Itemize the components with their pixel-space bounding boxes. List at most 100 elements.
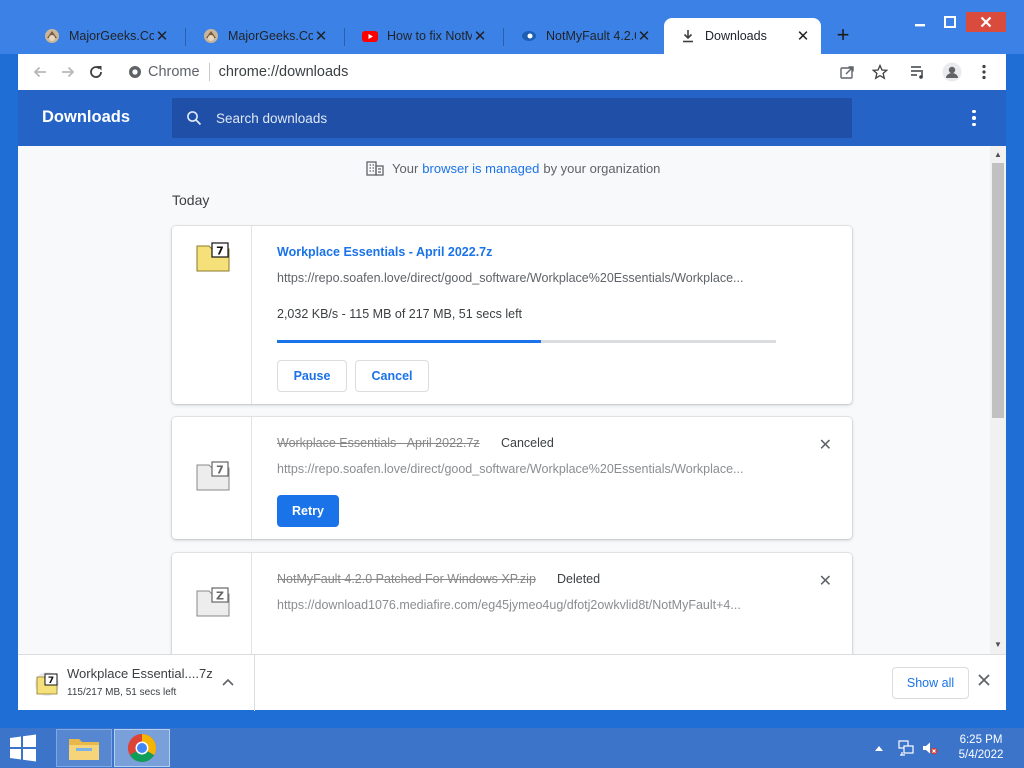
system-clock[interactable]: 6:25 PM 5/4/2022 [946, 733, 1016, 763]
chrome-site-icon [128, 65, 142, 79]
scroll-down-icon[interactable]: ▼ [994, 640, 1002, 649]
tab-downloads[interactable]: Downloads ✕ [664, 18, 821, 54]
reload-icon[interactable] [82, 58, 110, 86]
download-icon [680, 28, 696, 44]
scroll-up-icon[interactable]: ▲ [994, 150, 1002, 159]
tab-close-icon[interactable]: ✕ [795, 27, 811, 45]
svg-text:7: 7 [216, 464, 224, 477]
clock-time: 6:25 PM [959, 734, 1003, 746]
shelf-file-status: 115/217 MB, 51 secs left [67, 687, 177, 698]
shelf-file-name: Workplace Essential....7z [67, 666, 213, 681]
tab-majorgeeks-2[interactable]: MajorGeeks.Com ✕ [187, 18, 339, 54]
tab-separator [185, 28, 186, 46]
7z-file-icon: 7 [34, 671, 60, 697]
file-icon-column: 7 [172, 226, 252, 404]
taskbar-file-explorer[interactable] [56, 729, 112, 767]
show-all-button[interactable]: Show all [892, 667, 969, 699]
file-icon-column: Z [172, 553, 252, 654]
maximize-icon[interactable] [938, 12, 962, 32]
svg-text:7: 7 [216, 245, 224, 258]
file-name: NotMyFault 4.2.0 Patched For Windows XP.… [277, 572, 536, 586]
media-queue-icon[interactable] [904, 58, 932, 86]
downloads-list: Your browser is managed by your organiza… [18, 146, 1006, 654]
download-item-deleted: Z NotMyFault 4.2.0 Patched For Windows X… [172, 553, 852, 654]
status-badge: Canceled [501, 436, 554, 450]
tab-majorgeeks-1[interactable]: MajorGeeks.Com ✕ [28, 18, 180, 54]
shelf-download-item[interactable]: 7 Workplace Essential....7z 115/217 MB, … [18, 655, 255, 711]
search-icon [172, 110, 216, 126]
softpedia-icon [521, 28, 537, 44]
url-text[interactable]: chrome://downloads [219, 64, 349, 80]
progress-status: 2,032 KB/s - 115 MB of 217 MB, 51 secs l… [277, 307, 523, 321]
remove-item-icon[interactable]: ✕ [819, 571, 832, 591]
source-url[interactable]: https://download1076.mediafire.com/eg45j… [277, 598, 741, 612]
back-arrow-icon[interactable] [26, 58, 54, 86]
majorgeeks-icon [44, 28, 60, 44]
tab-title: NotMyFault 4.2.0 [546, 29, 636, 43]
scrollbar[interactable]: ▲ ▼ [990, 146, 1006, 654]
source-url[interactable]: https://repo.soafen.love/direct/good_sof… [277, 271, 743, 285]
downloads-menu-icon[interactable] [964, 108, 984, 128]
youtube-icon [362, 28, 378, 44]
windows-taskbar: 6:25 PM 5/4/2022 [0, 728, 1024, 768]
address-bar[interactable]: Chrome chrome://downloads [128, 56, 848, 88]
chrome-menu-icon[interactable] [970, 58, 998, 86]
managed-prefix: Your [392, 160, 419, 176]
tab-close-icon[interactable]: ✕ [313, 27, 329, 45]
pause-button[interactable]: Pause [277, 360, 347, 392]
cancel-button[interactable]: Cancel [355, 360, 429, 392]
date-heading: Today [172, 192, 210, 208]
file-icon-column: 7 [172, 417, 252, 539]
search-box[interactable] [172, 98, 852, 138]
download-shelf: 7 Workplace Essential....7z 115/217 MB, … [18, 654, 1006, 711]
tab-title: Downloads [705, 29, 767, 43]
browser-managed-link[interactable]: browser is managed [422, 161, 539, 176]
omnibox-divider [208, 63, 210, 81]
download-item-canceled: 7 Workplace Essentials - April 2022.7z C… [172, 417, 852, 539]
retry-button[interactable]: Retry [277, 495, 339, 527]
scrollbar-thumb[interactable] [992, 163, 1004, 418]
majorgeeks-icon [203, 28, 219, 44]
tray-expand-icon[interactable] [874, 728, 884, 768]
page-title: Downloads [42, 108, 131, 126]
network-icon[interactable] [898, 728, 914, 768]
source-url[interactable]: https://repo.soafen.love/direct/good_sof… [277, 462, 743, 476]
bookmark-star-icon[interactable] [866, 58, 894, 86]
share-icon[interactable] [833, 58, 861, 86]
downloads-header: Downloads [18, 90, 1006, 146]
7z-file-icon: 7 [196, 242, 230, 272]
zip-file-icon: Z [196, 587, 230, 617]
search-input[interactable] [216, 110, 816, 126]
tab-title: MajorGeeks.Com [228, 29, 313, 43]
volume-muted-icon[interactable] [922, 728, 938, 768]
tab-notmyfault[interactable]: NotMyFault 4.2.0 ✕ [505, 18, 662, 54]
tab-youtube[interactable]: How to fix NotMy ✕ [346, 18, 498, 54]
tab-title: MajorGeeks.Com [69, 29, 154, 43]
tab-close-icon[interactable]: ✕ [472, 27, 488, 45]
profile-avatar-icon[interactable] [938, 58, 966, 86]
svg-text:Z: Z [216, 590, 224, 603]
tab-close-icon[interactable]: ✕ [154, 27, 170, 45]
7z-file-icon: 7 [196, 461, 230, 491]
windows-start-icon[interactable] [8, 734, 40, 762]
remove-item-icon[interactable]: ✕ [819, 435, 832, 455]
folder-icon [67, 734, 101, 762]
forward-arrow-icon[interactable] [54, 58, 82, 86]
tab-close-icon[interactable]: ✕ [636, 27, 652, 45]
tab-separator [503, 28, 504, 46]
file-name-link[interactable]: Workplace Essentials - April 2022.7z [277, 245, 492, 259]
svg-text:7: 7 [48, 676, 54, 686]
window-close-icon[interactable] [966, 12, 1006, 32]
file-name: Workplace Essentials - April 2022.7z [277, 436, 480, 450]
building-icon [366, 160, 384, 176]
new-tab-plus-icon[interactable]: + [832, 24, 854, 46]
tab-separator [344, 28, 345, 46]
progress-fill [277, 340, 542, 343]
close-shelf-icon[interactable] [978, 671, 990, 691]
status-badge: Deleted [557, 572, 601, 586]
progress-bar [277, 340, 776, 343]
chrome-icon [127, 733, 157, 763]
minimize-icon[interactable] [908, 12, 932, 32]
chevron-up-icon[interactable] [222, 675, 234, 689]
taskbar-chrome[interactable] [114, 729, 170, 767]
